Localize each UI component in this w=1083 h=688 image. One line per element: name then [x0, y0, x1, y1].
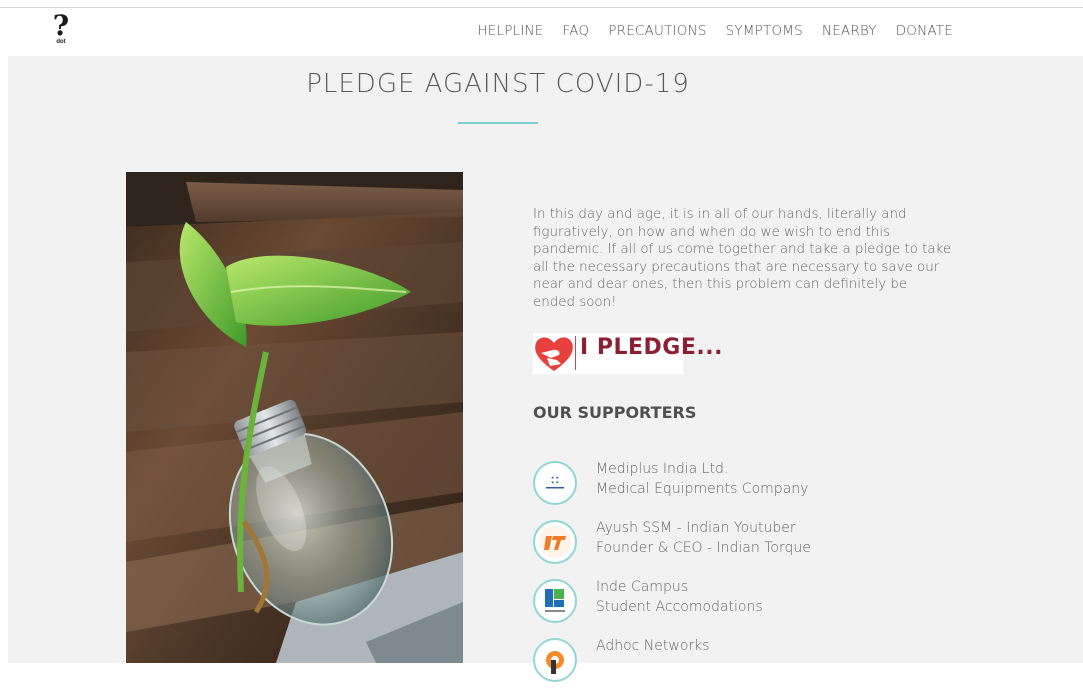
site-logo[interactable]: ? dot [52, 12, 70, 52]
main-nav: HELPLINE FAQ PRECAUTIONS SYMPTOMS NEARBY… [477, 23, 953, 39]
site-header: ? dot HELPLINE FAQ PRECAUTIONS SYMPTOMS … [0, 8, 1083, 56]
supporter-item: Ayush SSM - Indian Youtuber Founder & CE… [533, 520, 933, 570]
supporter-name: Ayush SSM - Indian Youtuber [596, 520, 796, 536]
supporter-name: Adhoc Networks [596, 638, 710, 654]
lightbulb-plant-photo [126, 172, 463, 663]
pledge-label: I PLEDGE... [580, 335, 723, 360]
page-title: PLEDGE AGAINST COVID-19 [306, 69, 690, 99]
nav-nearby[interactable]: NEARBY [822, 23, 877, 39]
nav-symptoms[interactable]: SYMPTOMS [726, 23, 803, 39]
question-mark-logo-icon: ? [52, 9, 70, 42]
supporters-heading: OUR SUPPORTERS [533, 403, 697, 422]
inde-campus-logo-icon [533, 579, 577, 623]
supporter-description: Student Accomodations [596, 599, 763, 615]
supporter-item: Mediplus India Ltd. Medical Equipments C… [533, 461, 933, 511]
supporter-item: Inde Campus Student Accomodations [533, 579, 933, 629]
nav-donate[interactable]: DONATE [896, 23, 953, 39]
pledge-section: PLEDGE AGAINST COVID-19 In this day and … [8, 56, 1083, 682]
title-underline [458, 122, 538, 124]
pledge-intro-text: In this day and age, it is in all of our… [533, 207, 952, 310]
supporter-description: Medical Equipments Company [596, 481, 809, 497]
nav-faq[interactable]: FAQ [563, 23, 590, 39]
supporter-name: Mediplus India Ltd. [596, 461, 729, 477]
adhoc-networks-logo-icon [533, 638, 577, 682]
supporter-item: Adhoc Networks [533, 638, 933, 688]
supporter-description: Founder & CEO - Indian Torque [596, 540, 811, 556]
heart-hand-icon [535, 337, 573, 371]
indian-torque-logo-icon [533, 520, 577, 564]
logo-wordmark: dot [56, 39, 66, 45]
nav-helpline[interactable]: HELPLINE [477, 23, 543, 39]
mediplus-logo-icon [533, 461, 577, 505]
supporter-name: Inde Campus [596, 579, 688, 595]
pledge-divider [575, 336, 576, 370]
i-pledge-button[interactable]: I PLEDGE... [533, 333, 722, 374]
nav-precautions[interactable]: PRECAUTIONS [608, 23, 706, 39]
